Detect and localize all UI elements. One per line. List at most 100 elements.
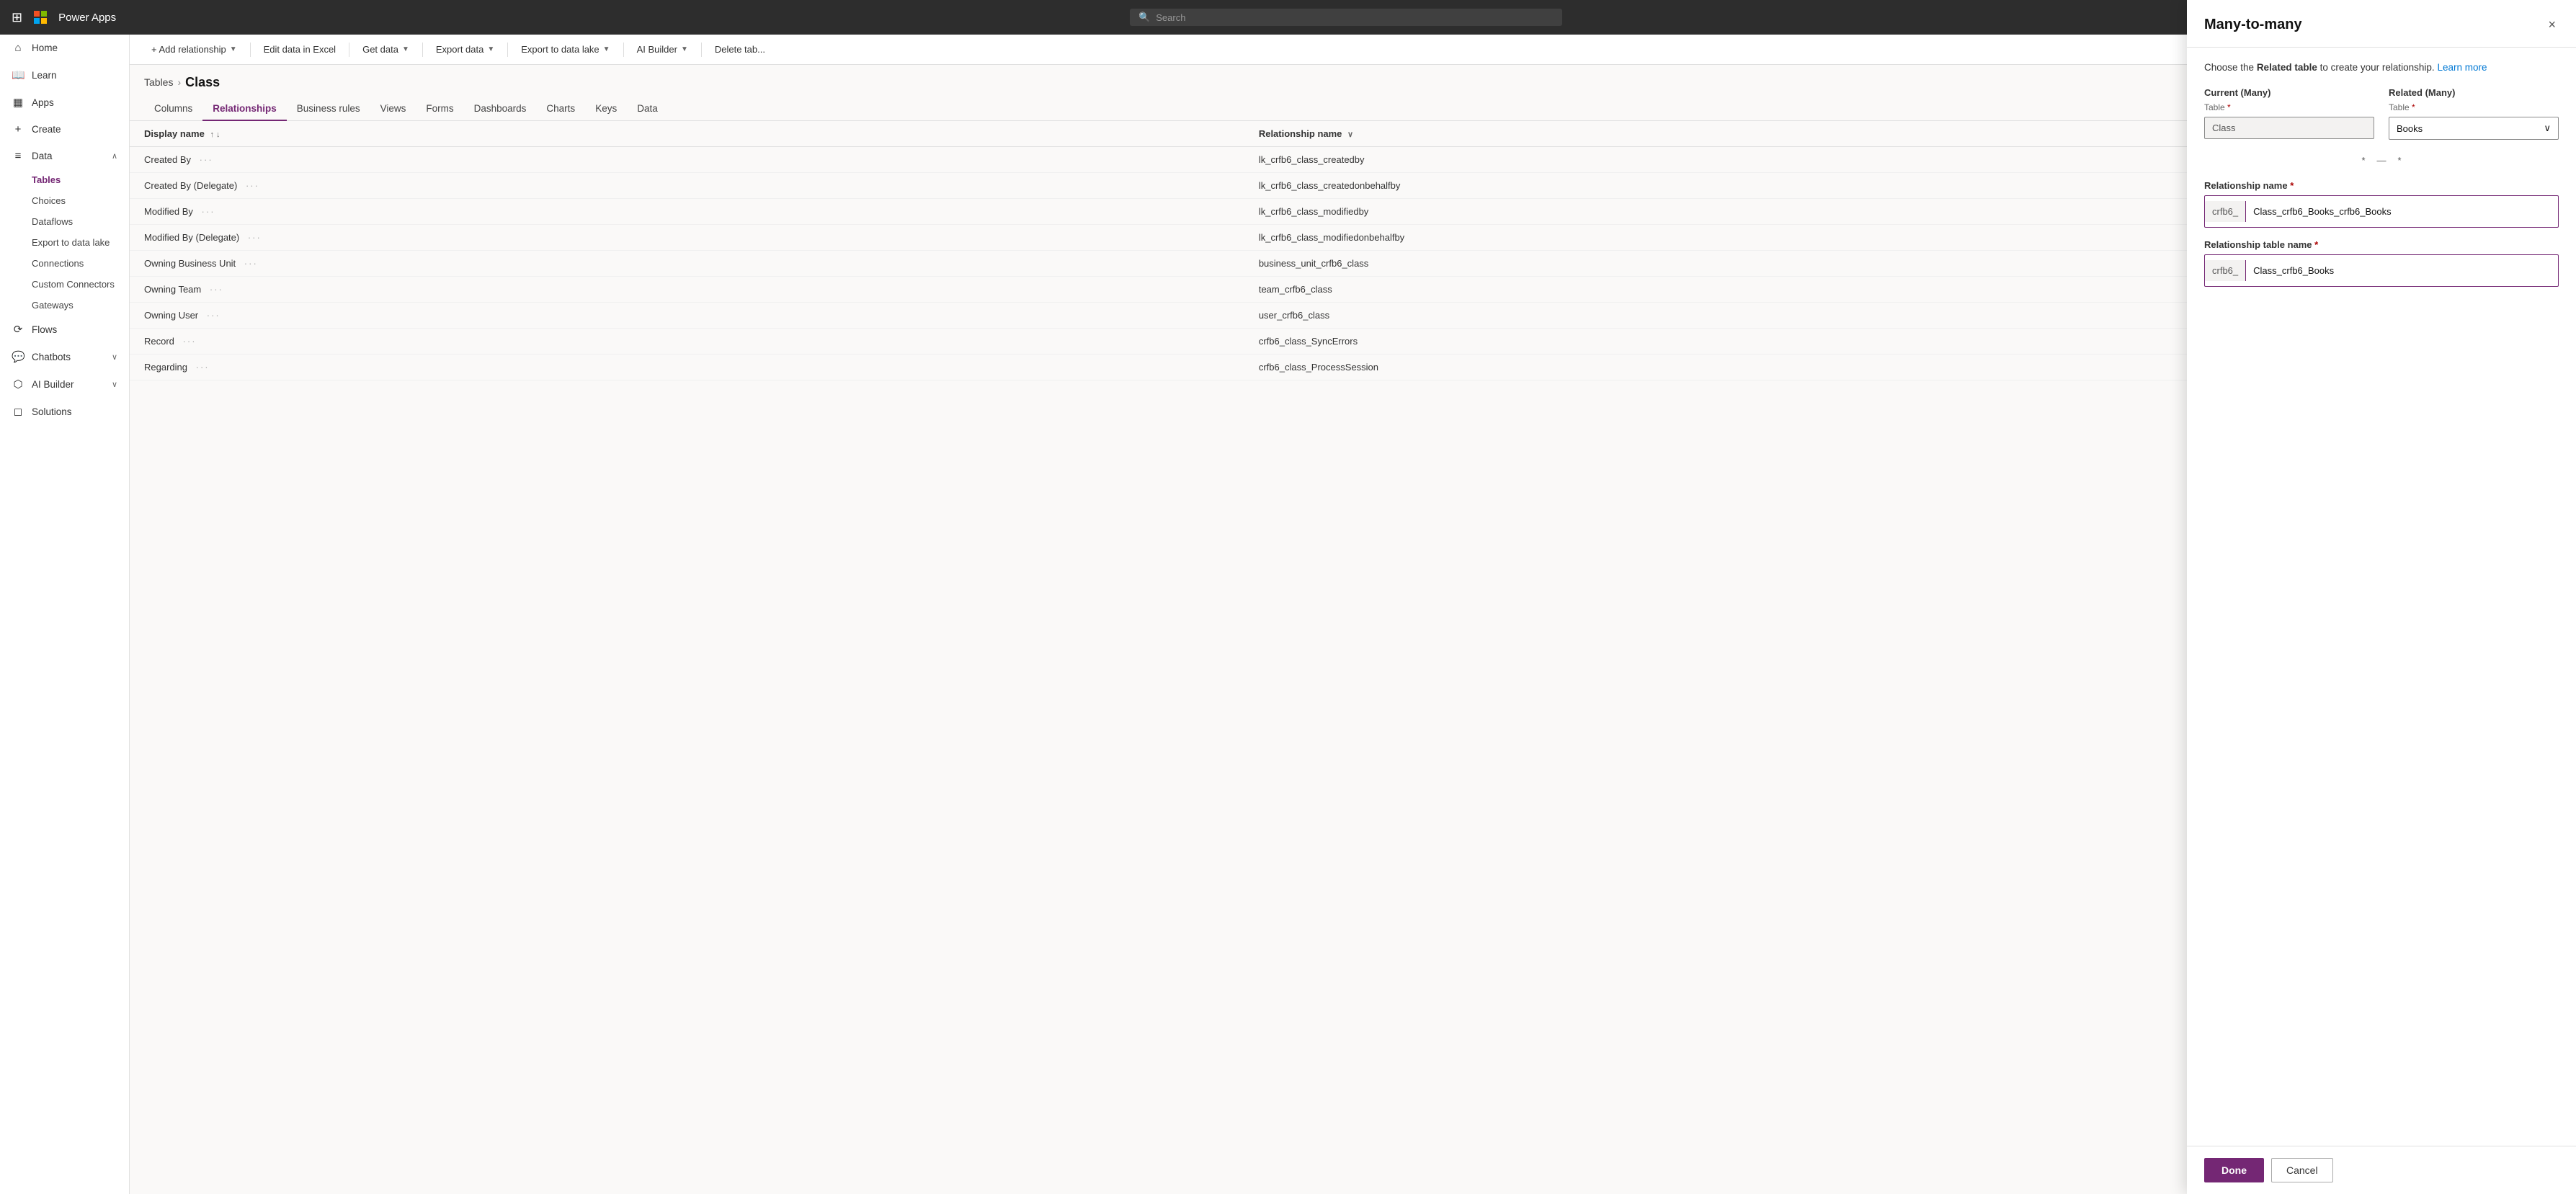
- tab-columns[interactable]: Columns: [144, 97, 202, 121]
- sidebar-sub-label: Tables: [32, 174, 61, 185]
- sidebar-item-solutions[interactable]: ◻ Solutions: [0, 398, 129, 425]
- data-icon: ≡: [12, 150, 24, 162]
- sidebar-sub-choices[interactable]: Choices: [0, 190, 129, 211]
- current-required-marker: *: [2227, 102, 2231, 112]
- panel-table-columns: Current (Many) Table * Class Related (Ma…: [2204, 87, 2559, 140]
- row-options-dots[interactable]: ···: [202, 206, 215, 217]
- sort-relationship-name-icon[interactable]: ∨: [1347, 130, 1353, 139]
- sidebar-item-data[interactable]: ≡ Data ∧: [0, 143, 129, 169]
- sidebar-item-apps[interactable]: ▦ Apps: [0, 89, 129, 116]
- sidebar-item-create[interactable]: + Create: [0, 116, 129, 143]
- sidebar-sub-export-data-lake[interactable]: Export to data lake: [0, 232, 129, 253]
- export-data-lake-button[interactable]: Export to data lake ▼: [514, 40, 617, 58]
- sidebar-sub-tables[interactable]: Tables: [0, 169, 129, 190]
- learn-more-link[interactable]: Learn more: [2437, 62, 2487, 73]
- sidebar-item-label: Chatbots: [32, 352, 71, 362]
- done-button[interactable]: Done: [2204, 1158, 2264, 1182]
- many-to-many-panel: Many-to-many × Choose the Related table …: [2187, 35, 2576, 1194]
- get-data-label: Get data: [362, 44, 398, 55]
- sidebar-item-ai-builder[interactable]: ⬡ AI Builder ∨: [0, 370, 129, 398]
- toolbar-separator-5: [623, 43, 624, 57]
- relationship-name-group: Relationship name * crfb6_ Class_crfb6_B…: [2204, 180, 2559, 228]
- current-table-label: Table *: [2204, 102, 2374, 112]
- row-options-dots[interactable]: ···: [196, 362, 210, 373]
- relationship-table-name-group: Relationship table name * crfb6_ Class_c…: [2204, 239, 2559, 287]
- row-options-dots[interactable]: ···: [183, 336, 197, 347]
- display-name-cell: Regarding ···: [130, 355, 1244, 380]
- row-options-dots[interactable]: ···: [207, 310, 220, 321]
- display-name-cell: Created By ···: [130, 147, 1244, 173]
- ai-builder-label: AI Builder: [637, 44, 677, 55]
- relationship-table-name-prefix: crfb6_: [2205, 260, 2246, 281]
- delete-table-label: Delete tab...: [715, 44, 765, 55]
- add-relationship-label: + Add relationship: [151, 44, 226, 55]
- relationship-name-value[interactable]: Class_crfb6_Books_crfb6_Books: [2246, 206, 2558, 217]
- search-input[interactable]: [1156, 12, 1554, 23]
- sidebar-item-chatbots[interactable]: 💬 Chatbots ∨: [0, 343, 129, 370]
- delete-table-button[interactable]: Delete tab...: [708, 40, 772, 58]
- sidebar-item-label: Learn: [32, 70, 57, 81]
- sort-display-name-icon[interactable]: ↑ ↓: [210, 130, 220, 139]
- sidebar-sub-gateways[interactable]: Gateways: [0, 295, 129, 316]
- display-name-cell: Modified By ···: [130, 199, 1244, 225]
- related-table-select[interactable]: Books ∨: [2389, 117, 2559, 140]
- tab-relationships[interactable]: Relationships: [202, 97, 287, 121]
- sidebar-item-flows[interactable]: ⟳ Flows: [0, 316, 129, 343]
- row-options-dots[interactable]: ···: [244, 258, 258, 269]
- display-name-cell: Owning User ···: [130, 303, 1244, 329]
- export-data-lake-label: Export to data lake: [521, 44, 599, 55]
- export-data-label: Export data: [436, 44, 484, 55]
- row-options-dots[interactable]: ···: [200, 154, 213, 165]
- add-relationship-button[interactable]: + Add relationship ▼: [144, 40, 244, 58]
- display-name-cell: Created By (Delegate) ···: [130, 173, 1244, 199]
- tab-data[interactable]: Data: [627, 97, 668, 121]
- sidebar-item-label: Home: [32, 43, 58, 53]
- sidebar-sub-custom-connectors[interactable]: Custom Connectors: [0, 274, 129, 295]
- display-name-cell: Owning Business Unit ···: [130, 251, 1244, 277]
- sidebar-item-learn[interactable]: 📖 Learn: [0, 61, 129, 89]
- search-box[interactable]: 🔍: [1130, 9, 1562, 26]
- breadcrumb-tables[interactable]: Tables: [144, 76, 173, 88]
- toolbar-separator-4: [507, 43, 508, 57]
- export-data-button[interactable]: Export data ▼: [429, 40, 502, 58]
- tab-keys[interactable]: Keys: [585, 97, 627, 121]
- search-icon: 🔍: [1138, 12, 1150, 23]
- grid-menu-icon[interactable]: ⊞: [9, 7, 25, 28]
- relationship-name-prefix: crfb6_: [2205, 201, 2246, 222]
- row-options-dots[interactable]: ···: [246, 180, 259, 191]
- relationship-name-input[interactable]: crfb6_ Class_crfb6_Books_crfb6_Books: [2204, 195, 2559, 228]
- tab-forms[interactable]: Forms: [416, 97, 463, 121]
- col-header-display-name[interactable]: Display name ↑ ↓: [130, 121, 1244, 147]
- tab-charts[interactable]: Charts: [536, 97, 585, 121]
- panel-body: Choose the Related table to create your …: [2187, 48, 2576, 1146]
- tab-business-rules[interactable]: Business rules: [287, 97, 370, 121]
- relationship-table-name-input[interactable]: crfb6_ Class_crfb6_Books: [2204, 254, 2559, 287]
- data-expand-icon: ∧: [112, 151, 117, 161]
- tab-views[interactable]: Views: [370, 97, 416, 121]
- sidebar-sub-dataflows[interactable]: Dataflows: [0, 211, 129, 232]
- related-table-dropdown-icon: ∨: [2544, 122, 2551, 134]
- toolbar-separator-3: [422, 43, 423, 57]
- related-many-label: Related (Many): [2389, 87, 2559, 98]
- cancel-button[interactable]: Cancel: [2271, 1158, 2333, 1182]
- sidebar-sub-label: Dataflows: [32, 216, 73, 227]
- row-options-dots[interactable]: ···: [210, 284, 223, 295]
- relationship-table-name-value[interactable]: Class_crfb6_Books: [2246, 265, 2558, 276]
- edit-data-excel-label: Edit data in Excel: [264, 44, 336, 55]
- current-table-value: Class: [2204, 117, 2374, 139]
- sidebar-item-label: Create: [32, 124, 61, 135]
- sidebar-item-label: Apps: [32, 97, 54, 108]
- sidebar-sub-label: Connections: [32, 258, 84, 269]
- edit-data-excel-button[interactable]: Edit data in Excel: [257, 40, 343, 58]
- ai-builder-button[interactable]: AI Builder ▼: [630, 40, 695, 58]
- export-data-lake-caret: ▼: [603, 45, 610, 53]
- flows-icon: ⟳: [12, 323, 24, 336]
- get-data-button[interactable]: Get data ▼: [355, 40, 416, 58]
- tab-dashboards[interactable]: Dashboards: [464, 97, 537, 121]
- sidebar-item-home[interactable]: ⌂ Home: [0, 35, 129, 61]
- chatbots-expand-icon: ∨: [112, 352, 117, 362]
- row-options-dots[interactable]: ···: [248, 232, 262, 243]
- related-table-value: Books: [2397, 123, 2423, 134]
- display-name-cell: Owning Team ···: [130, 277, 1244, 303]
- sidebar-sub-connections[interactable]: Connections: [0, 253, 129, 274]
